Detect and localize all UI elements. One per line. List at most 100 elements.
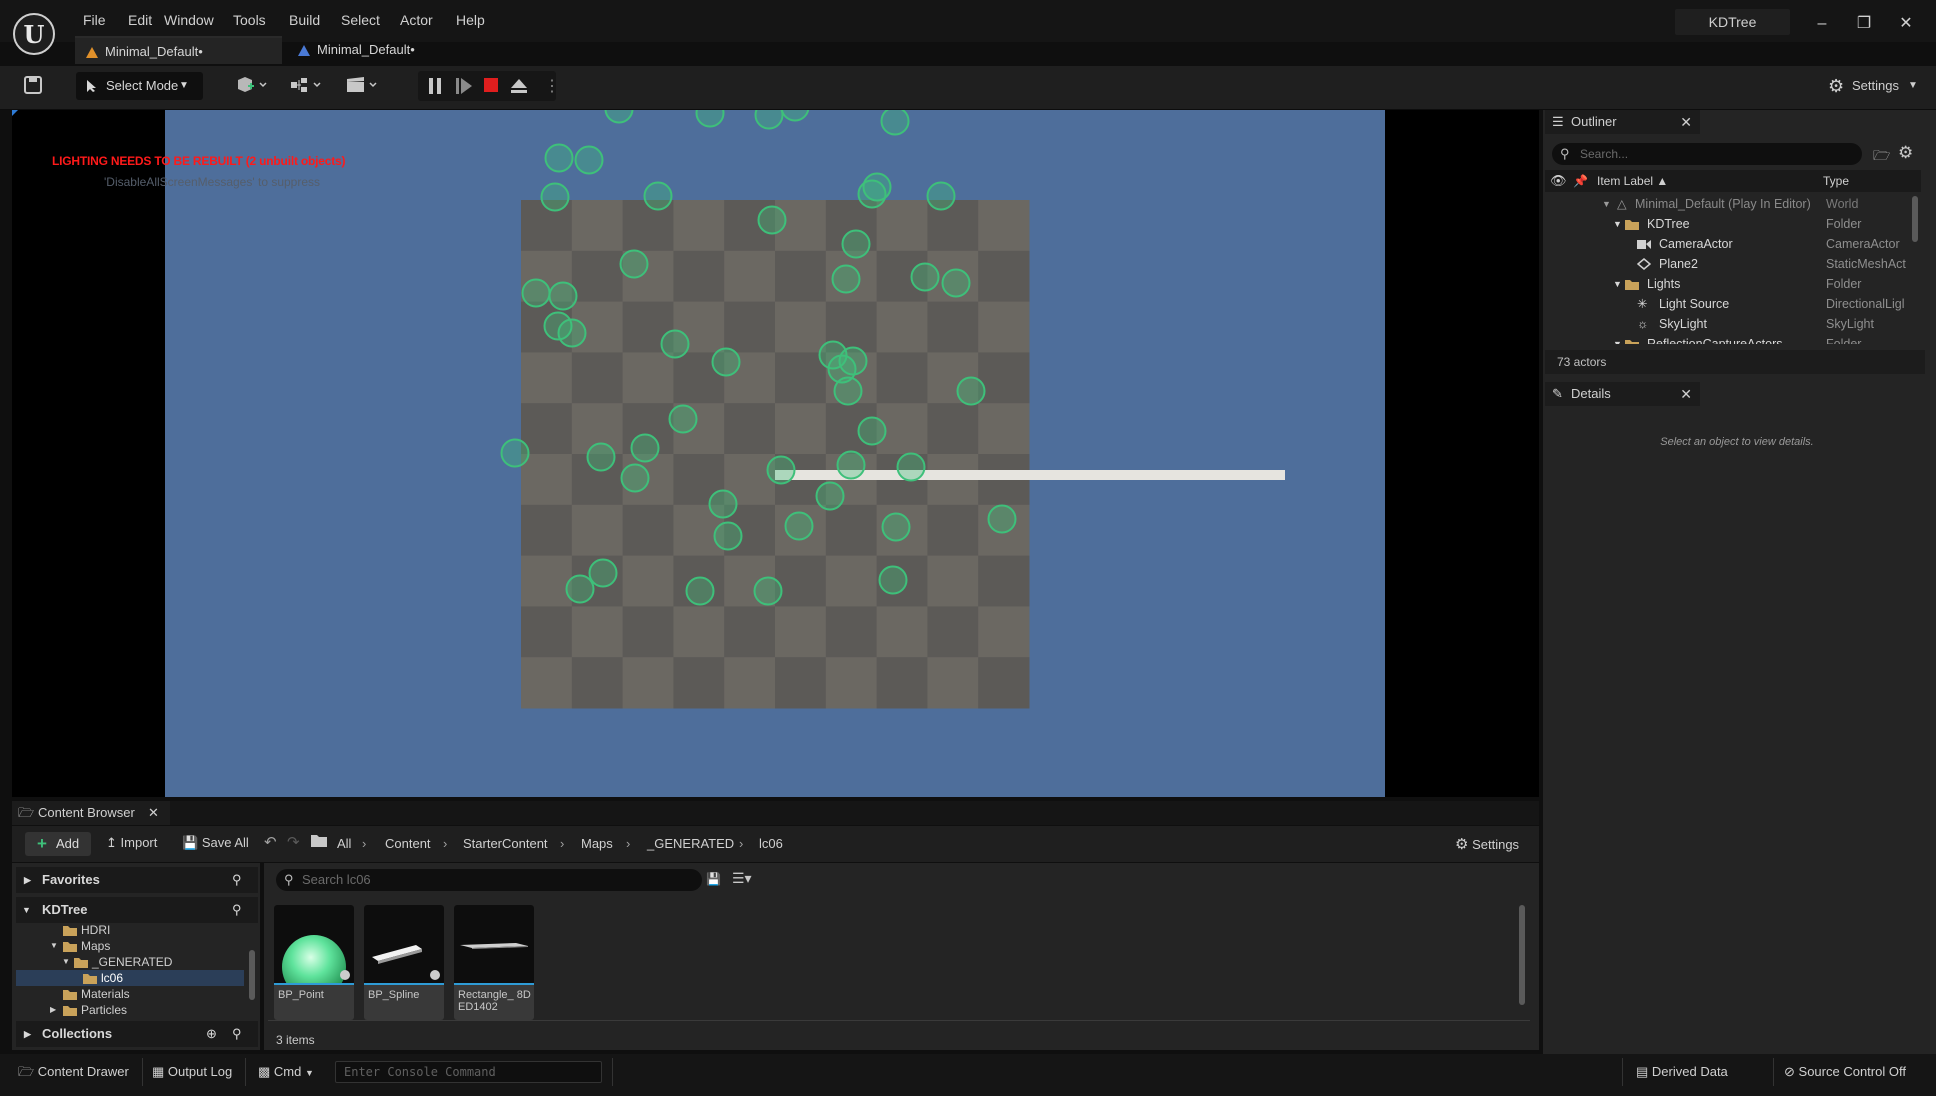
level-viewport[interactable]: [12, 110, 1539, 797]
pencil-icon: ✎: [1552, 386, 1563, 401]
content-browser-tabbar: [12, 801, 1539, 825]
blueprint-icon[interactable]: [290, 76, 326, 94]
pause-icon[interactable]: [427, 77, 443, 95]
content-drawer-button[interactable]: 🗁 Content Drawer: [18, 1062, 129, 1082]
menu-edit[interactable]: Edit: [124, 9, 156, 31]
checker-tile: [927, 606, 979, 658]
checker-tile: [876, 352, 928, 404]
history-back-icon[interactable]: ↶: [264, 833, 277, 851]
close-icon[interactable]: ✕: [1680, 382, 1692, 406]
filter-icon[interactable]: ☰▾: [732, 870, 752, 887]
details-tab[interactable]: ✎ Details ✕: [1545, 382, 1700, 406]
checker-tile: [978, 250, 1030, 303]
breadcrumb-all[interactable]: All: [337, 835, 351, 853]
search-icon[interactable]: ⚲: [232, 1021, 242, 1047]
more-options-icon[interactable]: ⋮: [544, 76, 560, 96]
chevron-down-icon: ▼: [22, 905, 31, 915]
point-sphere: [521, 278, 551, 308]
close-icon[interactable]: ✕: [148, 801, 159, 825]
menu-tools[interactable]: Tools: [229, 9, 270, 31]
outliner-row[interactable]: ✳ Light Source DirectionalLigl: [1545, 294, 1921, 314]
column-item-label[interactable]: Item Label ▲: [1597, 170, 1668, 192]
stop-icon[interactable]: [483, 77, 499, 93]
add-label: Add: [56, 836, 80, 851]
save-icon[interactable]: [24, 76, 42, 94]
breadcrumb-startercontent[interactable]: StarterContent: [463, 835, 548, 853]
chevron-down-icon: ▼: [50, 941, 58, 950]
breadcrumb-generated[interactable]: _GENERATED: [647, 835, 734, 853]
tab-level-2[interactable]: Minimal_Default•: [287, 36, 427, 64]
asset-scrollbar[interactable]: [1519, 905, 1525, 1005]
asset-search-input[interactable]: ⚲ Search lc06: [276, 869, 702, 891]
menu-actor[interactable]: Actor: [396, 9, 437, 31]
add-actor-icon[interactable]: [236, 76, 268, 94]
outliner-row[interactable]: ▼ △ Minimal_Default (Play In Editor) Wor…: [1545, 194, 1921, 214]
source-control-button[interactable]: ⊘ Source Control Off: [1784, 1062, 1906, 1082]
search-icon[interactable]: ⚲: [232, 867, 242, 893]
cb-settings-button[interactable]: ⚙ Settings: [1455, 835, 1519, 853]
add-folder-icon[interactable]: 🗁: [1873, 145, 1890, 169]
history-forward-icon[interactable]: ↷: [287, 833, 300, 851]
outliner-row[interactable]: ▼ ReflectionCaptureActors Folder: [1545, 334, 1921, 344]
close-window-icon[interactable]: ✕: [1894, 12, 1918, 36]
menu-build[interactable]: Build: [285, 9, 324, 31]
derived-data-button[interactable]: ▤ Derived Data: [1636, 1062, 1728, 1082]
search-icon[interactable]: ⚲: [232, 897, 242, 923]
outliner-settings-icon[interactable]: ⚙: [1898, 143, 1913, 163]
asset-tile[interactable]: BP_Spline: [364, 905, 444, 1020]
sources-scrollbar[interactable]: [249, 950, 255, 1000]
asset-tile[interactable]: Rectangle_ 8DED1402: [454, 905, 534, 1020]
outliner-row[interactable]: ▼ KDTree Folder: [1545, 214, 1921, 234]
folder-icon: [1625, 279, 1639, 290]
add-button[interactable]: + Add: [25, 832, 91, 856]
select-mode-dropdown[interactable]: Select Mode ▼: [76, 72, 203, 100]
step-frame-icon[interactable]: [455, 77, 473, 95]
pin-icon[interactable]: 📌: [1573, 170, 1588, 192]
menu-window[interactable]: Window: [160, 9, 218, 31]
console-command-input[interactable]: Enter Console Command: [335, 1061, 602, 1083]
outliner-row[interactable]: CameraActor CameraActor: [1545, 234, 1921, 254]
outliner-row[interactable]: ▼ Lights Folder: [1545, 274, 1921, 294]
details-empty-message: Select an object to view details.: [1660, 436, 1814, 448]
import-button[interactable]: ↥ Import: [106, 835, 157, 851]
breadcrumb-content[interactable]: Content: [385, 835, 431, 853]
minimize-icon[interactable]: –: [1810, 12, 1834, 36]
menu-file[interactable]: File: [79, 9, 110, 31]
asset-tile[interactable]: BP_Point: [274, 905, 354, 1020]
add-collection-icon[interactable]: ⊕: [206, 1021, 217, 1047]
menu-select[interactable]: Select: [337, 9, 384, 31]
eject-icon[interactable]: [510, 77, 528, 95]
checker-tile: [521, 352, 573, 404]
favorites-section[interactable]: ▶ Favorites ⚲: [16, 867, 258, 893]
restore-icon[interactable]: ❐: [1852, 12, 1876, 36]
divider: [142, 1058, 143, 1086]
cmd-dropdown[interactable]: ▩ Cmd ▼: [258, 1062, 314, 1082]
outliner-search-input[interactable]: ⚲ Search...: [1552, 143, 1862, 165]
close-icon[interactable]: ✕: [1680, 110, 1692, 134]
unreal-logo-icon[interactable]: U: [13, 13, 55, 55]
outliner-row[interactable]: Plane2 StaticMeshAct: [1545, 254, 1921, 274]
save-all-button[interactable]: 💾 Save All: [182, 835, 249, 851]
tab-level-1[interactable]: Minimal_Default•: [75, 36, 282, 64]
collections-section[interactable]: ▶ Collections ⊕ ⚲: [16, 1021, 258, 1047]
save-search-icon[interactable]: 💾: [706, 872, 721, 886]
point-sphere: [660, 329, 690, 359]
breadcrumb-maps[interactable]: Maps: [581, 835, 613, 853]
menu-help[interactable]: Help: [452, 9, 489, 31]
breadcrumb-lc06[interactable]: lc06: [759, 835, 783, 853]
cinematics-icon[interactable]: [346, 76, 382, 94]
settings-button[interactable]: ⚙ Settings ▼: [1820, 72, 1920, 100]
collections-label: Collections: [42, 1026, 113, 1041]
tree-item-lc06[interactable]: lc06: [16, 970, 244, 986]
kdtree-section[interactable]: ▼ KDTree ⚲: [16, 897, 258, 923]
cursor-icon: [85, 79, 99, 93]
visibility-eye-icon[interactable]: 👁: [1550, 170, 1567, 192]
output-log-button[interactable]: ▦ Output Log: [152, 1062, 232, 1082]
column-type[interactable]: Type: [1823, 170, 1849, 192]
outliner-scrollbar[interactable]: [1912, 196, 1918, 242]
checker-tile: [825, 657, 878, 709]
outliner-row[interactable]: ☼ SkyLight SkyLight: [1545, 314, 1921, 334]
outliner-tab[interactable]: ☰ Outliner ✕: [1545, 110, 1700, 134]
content-browser-tab[interactable]: 🗁 Content Browser ✕: [12, 801, 170, 825]
chevron-down-icon: ▼: [1613, 339, 1622, 344]
